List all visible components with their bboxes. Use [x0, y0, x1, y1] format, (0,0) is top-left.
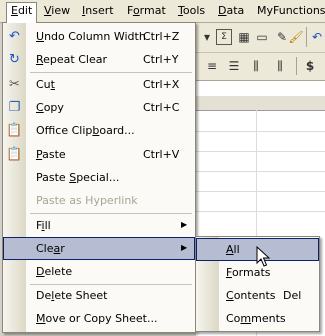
menu-item-label: Contents [226, 289, 276, 302]
shortcut-label: Ctrl+X [143, 78, 180, 91]
clipboard-icon: 📋 [6, 123, 23, 138]
menu-item-label: Clear [36, 242, 65, 255]
menu-item-label: Cut [36, 78, 55, 91]
sum-icon[interactable]: Σ [216, 29, 232, 45]
menu-tools[interactable]: Tools [174, 3, 209, 19]
shortcut-label: Ctrl+C [143, 101, 180, 114]
menu-item-label: Delete Sheet [36, 289, 108, 302]
menu-data[interactable]: Data [214, 3, 248, 19]
menu-item-label: Paste [36, 148, 66, 161]
grid-line [196, 171, 325, 172]
menu-item-cut[interactable]: ✂ Cut Ctrl+X [3, 73, 195, 96]
formatting-toolbar: ≡ ☰ ⫼ ⫼ $ [196, 53, 325, 81]
menu-item-clear[interactable]: Clear ▶ [3, 237, 195, 260]
menu-item-paste[interactable]: 📋 Paste Ctrl+V [3, 143, 195, 166]
menu-item-label: Paste as Hyperlink [36, 194, 138, 207]
standard-toolbar: ▾ Σ ▦ ▭ ✎ 🖌 ↶ [196, 23, 325, 53]
menu-item-label: Undo Column Width [36, 30, 146, 43]
toolbar-divider [306, 27, 307, 47]
menu-item-label: Fill [36, 219, 51, 232]
merge-center-icon[interactable]: ⫼ [248, 58, 264, 74]
menu-format[interactable]: Format [123, 3, 170, 19]
menu-item-label: Paste Special... [36, 171, 120, 184]
toolbar-divider [296, 57, 297, 75]
undo-icon[interactable]: ↶ [309, 29, 325, 45]
menu-item-delete-sheet[interactable]: Delete Sheet [3, 284, 195, 307]
merge-icon[interactable]: ⫼ [272, 58, 288, 74]
menu-item-label: Repeat Clear [36, 53, 107, 66]
menu-item-label: Office Clipboard... [36, 124, 135, 137]
shortcut-label: Ctrl+Z [143, 30, 180, 43]
menu-item-delete[interactable]: Delete [3, 260, 195, 283]
mouse-pointer-icon [256, 246, 271, 267]
menu-item-paste-special[interactable]: Paste Special... [3, 166, 195, 189]
shortcut-label: Del [283, 289, 302, 302]
menu-item-label: All [226, 243, 240, 256]
menu-item-label: Delete [36, 265, 73, 278]
edit-menu: ↶ Undo Column Width Ctrl+Z ↻ Repeat Clea… [2, 22, 196, 333]
menu-edit[interactable]: Edit [6, 2, 38, 23]
scissors-icon: ✂ [9, 77, 20, 92]
menu-insert[interactable]: Insert [78, 3, 118, 19]
submenu-item-comments[interactable]: Comments [196, 307, 319, 330]
menu-item-paste-as-hyperlink: Paste as Hyperlink [3, 189, 195, 212]
chevron-down-icon[interactable]: ▾ [199, 29, 215, 45]
calculator-icon[interactable]: ▦ [236, 29, 252, 45]
grid-line [196, 211, 325, 212]
grid-line [196, 131, 325, 132]
menu-item-fill[interactable]: Fill ▶ [3, 214, 195, 237]
align-right-icon[interactable]: ☰ [226, 58, 242, 74]
paste-icon: 📋 [6, 147, 23, 162]
shortcut-label: Ctrl+V [143, 148, 180, 161]
menu-item-office-clipboard[interactable]: 📋 Office Clipboard... [3, 119, 195, 142]
menu-item-label: Copy [36, 101, 64, 114]
menu-item-move-copy-sheet[interactable]: Move or Copy Sheet... [3, 307, 195, 330]
submenu-arrow-icon: ▶ [181, 220, 188, 229]
shortcut-label: Ctrl+Y [143, 53, 179, 66]
menu-item-copy[interactable]: ❐ Copy Ctrl+C [3, 96, 195, 119]
menu-bar: Edit View Insert Format Tools Data MyFun… [0, 0, 325, 23]
column-header [196, 96, 325, 111]
grid-line [196, 151, 325, 152]
screen-icon[interactable]: ▭ [254, 29, 270, 45]
menu-item-label: Move or Copy Sheet... [36, 312, 158, 325]
undo-icon: ↶ [9, 29, 20, 44]
submenu-item-contents[interactable]: Contents Del [196, 284, 319, 307]
grid-line [196, 191, 325, 192]
menu-myfunctions[interactable]: MyFunctions [253, 3, 325, 19]
menu-item-undo[interactable]: ↶ Undo Column Width Ctrl+Z [3, 25, 195, 48]
submenu-arrow-icon: ▶ [181, 243, 188, 252]
format-painter-icon[interactable]: 🖌 [288, 29, 304, 45]
copy-icon: ❐ [8, 100, 21, 115]
currency-icon[interactable]: $ [302, 58, 318, 74]
align-center-icon[interactable]: ≡ [204, 58, 220, 74]
menu-view[interactable]: View [40, 3, 74, 19]
menu-item-repeat-clear[interactable]: ↻ Repeat Clear Ctrl+Y [3, 48, 195, 71]
menu-item-label: Comments [226, 312, 286, 325]
redo-icon: ↻ [9, 52, 20, 67]
